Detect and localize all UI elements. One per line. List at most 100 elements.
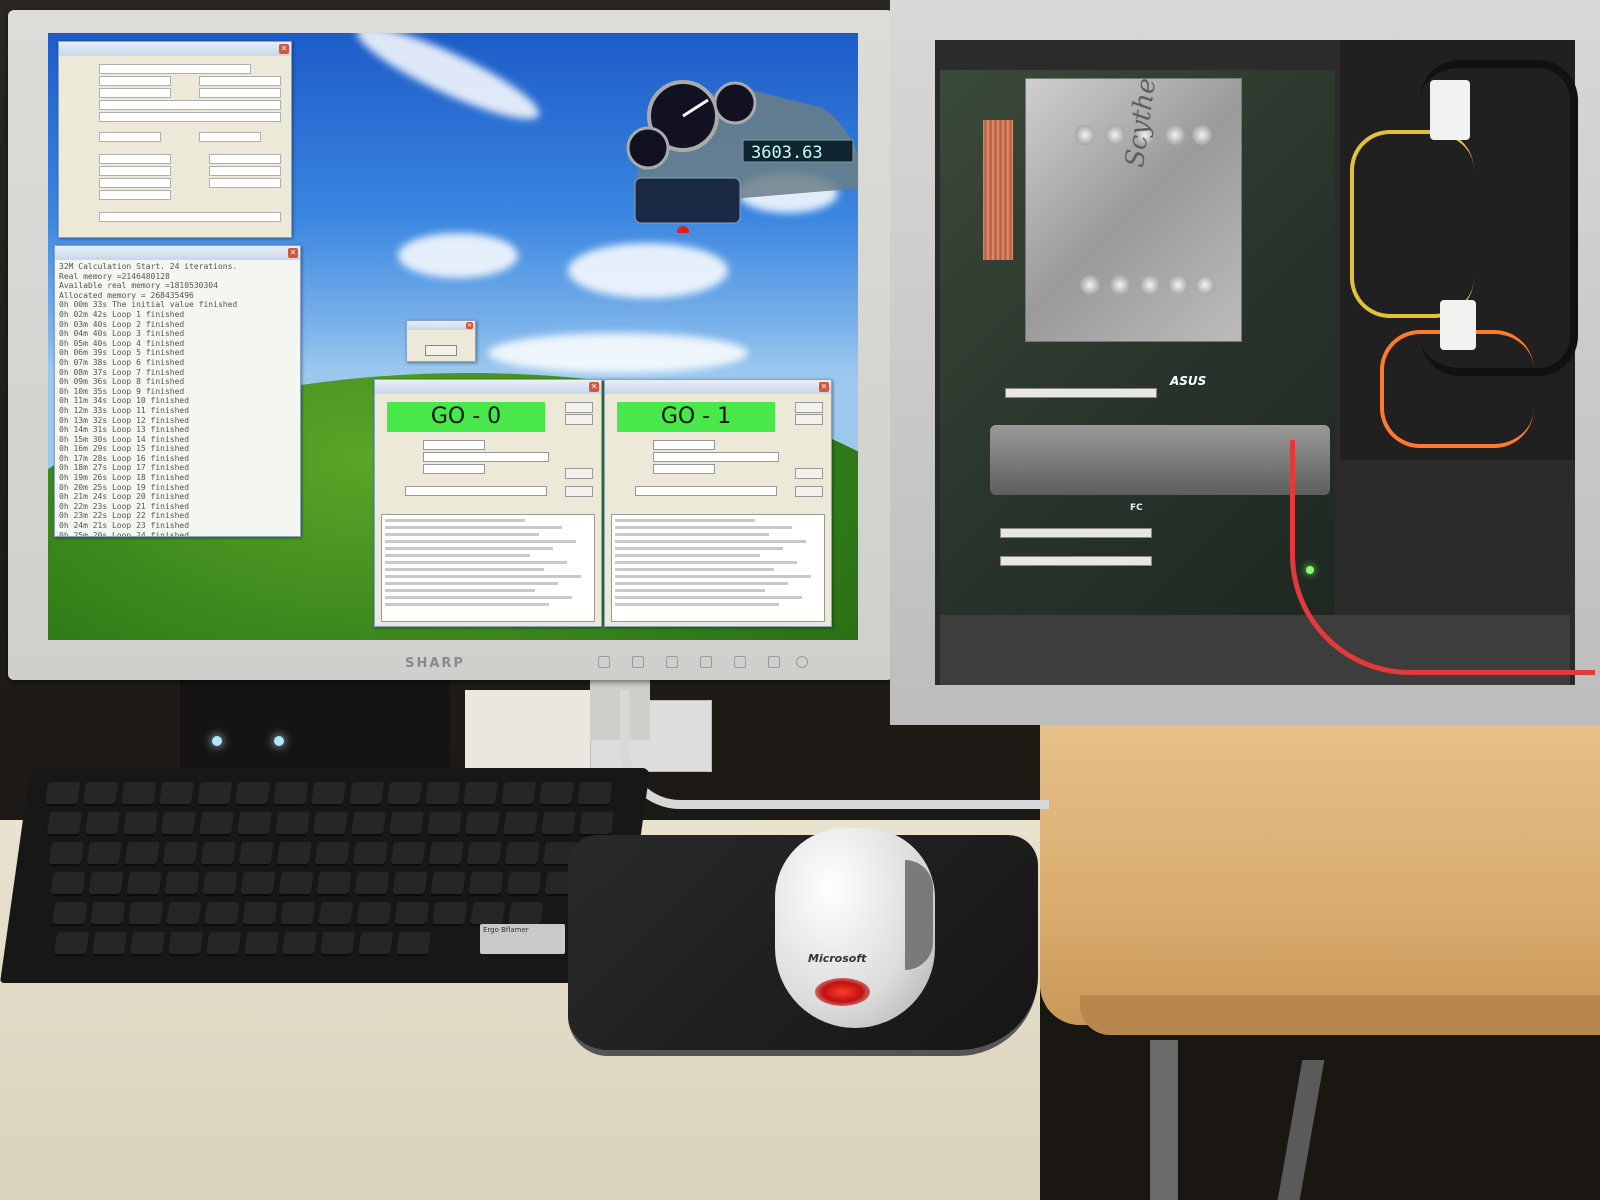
keyboard-key[interactable]: [243, 932, 280, 956]
keyboard-key[interactable]: [82, 782, 119, 806]
keyboard-key[interactable]: [576, 782, 613, 806]
keyboard-key[interactable]: [502, 812, 539, 836]
keyboard-key[interactable]: [276, 842, 312, 866]
monitor-button[interactable]: [666, 656, 678, 668]
keyboard-key[interactable]: [44, 782, 81, 806]
keyboard-key[interactable]: [48, 842, 84, 866]
keyboard-key[interactable]: [280, 902, 316, 926]
keyboard-key[interactable]: [160, 812, 197, 836]
keyboard-key[interactable]: [166, 902, 202, 926]
orthos-start-button[interactable]: [565, 402, 593, 413]
keyboard-key[interactable]: [394, 902, 430, 926]
keyboard-key[interactable]: [91, 932, 128, 956]
keyboard-key[interactable]: [204, 902, 240, 926]
keyboard-key[interactable]: [90, 902, 126, 926]
orthos-test-select[interactable]: [405, 486, 547, 496]
keyboard-key[interactable]: [158, 782, 195, 806]
monitor-button[interactable]: [598, 656, 610, 668]
keyboard-key[interactable]: [120, 782, 157, 806]
keyboard-key[interactable]: [578, 812, 615, 836]
keyboard-key[interactable]: [126, 872, 162, 896]
keyboard-key[interactable]: [167, 932, 204, 956]
monitor-button[interactable]: [734, 656, 746, 668]
orthos-window-1[interactable]: ✕ GO - 1: [604, 379, 832, 627]
keyboard-key[interactable]: [432, 902, 468, 926]
keyboard-key[interactable]: [88, 872, 124, 896]
keyboard-key[interactable]: [388, 812, 425, 836]
monitor-button[interactable]: [700, 656, 712, 668]
keyboard-key[interactable]: [86, 842, 122, 866]
keyboard-key[interactable]: [129, 932, 166, 956]
keyboard-key[interactable]: [272, 782, 309, 806]
orthos-titlebar[interactable]: ✕: [605, 380, 831, 394]
keyboard-key[interactable]: [470, 902, 506, 926]
keyboard-key[interactable]: [240, 872, 276, 896]
keyboard-key[interactable]: [128, 902, 164, 926]
orthos-about-button[interactable]: [795, 486, 823, 497]
keyboard-key[interactable]: [314, 842, 350, 866]
keyboard-key[interactable]: [500, 782, 537, 806]
keyboard-key[interactable]: [124, 842, 160, 866]
cpuz-window[interactable]: ✕: [58, 41, 292, 238]
keyboard-key[interactable]: [350, 812, 387, 836]
keyboard-key[interactable]: [464, 812, 501, 836]
keyboard-key[interactable]: [198, 812, 235, 836]
keyboard-key[interactable]: [356, 902, 392, 926]
keyboard-key[interactable]: [164, 872, 200, 896]
keyboard-key[interactable]: [504, 842, 540, 866]
keyboard-key[interactable]: [50, 872, 86, 896]
close-icon[interactable]: ✕: [288, 248, 298, 258]
keyboard-key[interactable]: [392, 872, 428, 896]
close-icon[interactable]: ✕: [279, 44, 289, 54]
orthos-stop-button[interactable]: [795, 414, 823, 425]
keyboard-key[interactable]: [468, 872, 504, 896]
keyboard-key[interactable]: [196, 782, 233, 806]
keyboard-key[interactable]: [162, 842, 198, 866]
keyboard-key[interactable]: [428, 842, 464, 866]
orthos-stop-button[interactable]: [565, 414, 593, 425]
keyboard-key[interactable]: [319, 932, 356, 956]
orthos-window-0[interactable]: ✕ GO - 0: [374, 379, 602, 627]
keyboard-key[interactable]: [352, 842, 388, 866]
keyboard-key[interactable]: [242, 902, 278, 926]
cpuz-titlebar[interactable]: ✕: [59, 42, 291, 56]
keyboard-key[interactable]: [278, 872, 314, 896]
dialog-ok-button[interactable]: [425, 345, 457, 356]
keyboard-key[interactable]: [540, 812, 577, 836]
orthos-exit-button[interactable]: [565, 468, 593, 479]
keyboard-key[interactable]: [234, 782, 271, 806]
orthos-exit-button[interactable]: [795, 468, 823, 479]
keyboard-key[interactable]: [390, 842, 426, 866]
keyboard-key[interactable]: [354, 872, 390, 896]
keyboard-key[interactable]: [348, 782, 385, 806]
keyboard-key[interactable]: [508, 902, 544, 926]
keyboard-key[interactable]: [395, 932, 432, 956]
orthos-test-select[interactable]: [635, 486, 777, 496]
keyboard-key[interactable]: [386, 782, 423, 806]
monitor-power-button[interactable]: [796, 656, 808, 668]
monitor-button[interactable]: [768, 656, 780, 668]
keyboard-key[interactable]: [205, 932, 242, 956]
keyboard-key[interactable]: [46, 812, 83, 836]
orthos-about-button[interactable]: [565, 486, 593, 497]
monitor-button[interactable]: [632, 656, 644, 668]
keyboard-key[interactable]: [426, 812, 463, 836]
finish-dialog[interactable]: ✕: [406, 320, 476, 362]
keyboard-key[interactable]: [312, 812, 349, 836]
keyboard-key[interactable]: [538, 782, 575, 806]
superpi-titlebar[interactable]: ✕: [55, 246, 300, 260]
keyboard-key[interactable]: [318, 902, 354, 926]
keyboard-key[interactable]: [53, 932, 90, 956]
keyboard-key[interactable]: [316, 872, 352, 896]
orthos-titlebar[interactable]: ✕: [375, 380, 601, 394]
superpi-window[interactable]: ✕ 32M Calculation Start. 24 iterations. R…: [54, 245, 301, 537]
keyboard-key[interactable]: [462, 782, 499, 806]
keyboard-key[interactable]: [236, 812, 273, 836]
keyboard-key[interactable]: [506, 872, 542, 896]
keyboard-key[interactable]: [357, 932, 394, 956]
keyboard-key[interactable]: [310, 782, 347, 806]
close-icon[interactable]: ✕: [589, 382, 599, 392]
close-icon[interactable]: ✕: [819, 382, 829, 392]
keyboard-key[interactable]: [84, 812, 121, 836]
keyboard-key[interactable]: [200, 842, 236, 866]
